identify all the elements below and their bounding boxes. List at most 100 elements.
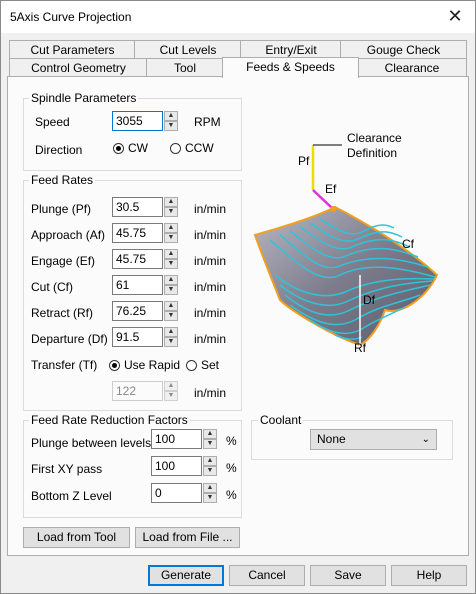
clearance-def-line2: Definition	[347, 146, 398, 160]
speed-input[interactable]: 3055	[112, 111, 163, 131]
spin-down-icon[interactable]: ▼	[164, 121, 178, 131]
spin-up-icon[interactable]: ▲	[164, 223, 178, 233]
ccw-radio[interactable]	[170, 143, 181, 154]
generate-button[interactable]: Generate	[148, 565, 224, 586]
load-from-file-button[interactable]: Load from File ...	[135, 527, 240, 548]
plunge-between-levels-unit: %	[226, 434, 237, 448]
spin-up-icon[interactable]: ▲	[203, 483, 217, 493]
departure-input[interactable]: 91.5	[112, 327, 163, 347]
spin-up-icon[interactable]: ▲	[203, 429, 217, 439]
spin-up-icon[interactable]: ▲	[164, 111, 178, 121]
spin-down-icon[interactable]: ▼	[164, 391, 178, 401]
spin-up-icon[interactable]: ▲	[164, 197, 178, 207]
retract-input[interactable]: 76.25	[112, 301, 163, 321]
first-xy-pass-label: First XY pass	[31, 462, 103, 476]
cut-unit: in/min	[194, 280, 227, 294]
cut-input[interactable]: 61	[112, 275, 163, 295]
save-button[interactable]: Save	[310, 565, 386, 586]
use-rapid-label: Use Rapid	[124, 358, 181, 372]
coolant-value: None	[317, 432, 346, 446]
approach-label: Approach (Af)	[31, 228, 106, 242]
direction-label: Direction	[35, 143, 83, 157]
plunge-input[interactable]: 30.5	[112, 197, 163, 217]
pf-label: Pf	[298, 154, 310, 168]
help-button[interactable]: Help	[391, 565, 467, 586]
spin-up-icon[interactable]: ▲	[164, 275, 178, 285]
spin-up-icon[interactable]: ▲	[164, 249, 178, 259]
feed-diagram	[253, 144, 439, 347]
spin-up-icon[interactable]: ▲	[164, 327, 178, 337]
coolant-select[interactable]: None ⌄	[310, 429, 437, 450]
spin-down-icon[interactable]: ▼	[203, 439, 217, 449]
tab-clearance[interactable]: Clearance	[357, 58, 467, 77]
spin-up-icon[interactable]: ▲	[164, 301, 178, 311]
departure-label: Departure (Df)	[31, 332, 108, 346]
set-radio[interactable]	[186, 360, 197, 371]
first-xy-pass-spinner[interactable]: ▲ ▼	[203, 456, 217, 476]
engage-unit: in/min	[194, 254, 227, 268]
ef-label: Ef	[325, 182, 337, 196]
surface-shape	[253, 205, 439, 347]
departure-unit: in/min	[194, 332, 227, 346]
close-icon[interactable]: ✕	[443, 5, 467, 29]
tab-control-geometry[interactable]: Control Geometry	[9, 58, 148, 77]
tab-cut-parameters[interactable]: Cut Parameters	[9, 40, 136, 59]
load-from-tool-button[interactable]: Load from Tool	[23, 527, 130, 548]
cancel-button[interactable]: Cancel	[229, 565, 305, 586]
speed-label: Speed	[35, 115, 70, 129]
bottom-z-level-spinner[interactable]: ▲ ▼	[203, 483, 217, 503]
transfer-spinner[interactable]: ▲ ▼	[164, 381, 178, 401]
spin-down-icon[interactable]: ▼	[164, 207, 178, 217]
first-xy-pass-input[interactable]: 100	[151, 456, 202, 476]
spin-down-icon[interactable]: ▼	[164, 259, 178, 269]
bottom-z-level-input[interactable]: 0	[151, 483, 202, 503]
reduction-group-label: Feed Rate Reduction Factors	[29, 413, 190, 427]
speed-spinner[interactable]: ▲ ▼	[164, 111, 178, 131]
tab-tool[interactable]: Tool	[146, 58, 224, 77]
first-xy-pass-unit: %	[226, 461, 237, 475]
chevron-down-icon: ⌄	[421, 434, 430, 445]
departure-spinner[interactable]: ▲ ▼	[164, 327, 178, 347]
spin-down-icon[interactable]: ▼	[164, 311, 178, 321]
cw-radio[interactable]	[113, 143, 124, 154]
use-rapid-radio[interactable]	[109, 360, 120, 371]
transfer-input[interactable]: 122	[112, 381, 163, 401]
title-bar: 5Axis Curve Projection ✕	[1, 1, 475, 33]
spin-down-icon[interactable]: ▼	[164, 337, 178, 347]
plunge-unit: in/min	[194, 202, 227, 216]
cut-label: Cut (Cf)	[31, 280, 73, 294]
coolant-group-label: Coolant	[258, 413, 304, 427]
spin-down-icon[interactable]: ▼	[164, 285, 178, 295]
rf-label: Rf	[354, 341, 366, 355]
spin-down-icon[interactable]: ▼	[164, 233, 178, 243]
engage-point	[330, 206, 336, 212]
plunge-spinner[interactable]: ▲ ▼	[164, 197, 178, 217]
speed-unit: RPM	[194, 115, 221, 129]
spin-down-icon[interactable]: ▼	[203, 466, 217, 476]
transfer-label: Transfer (Tf)	[31, 358, 98, 372]
cut-spinner[interactable]: ▲ ▼	[164, 275, 178, 295]
spindle-group-label: Spindle Parameters	[29, 91, 139, 105]
engage-input[interactable]: 45.75	[112, 249, 163, 269]
spin-up-icon[interactable]: ▲	[164, 381, 178, 391]
spindle-group	[23, 98, 242, 171]
retract-label: Retract (Rf)	[31, 306, 94, 320]
plunge-between-levels-spinner[interactable]: ▲ ▼	[203, 429, 217, 449]
plunge-between-levels-label: Plunge between levels	[31, 436, 152, 450]
engage-spinner[interactable]: ▲ ▼	[164, 249, 178, 269]
feed-rates-group-label: Feed Rates	[29, 173, 96, 187]
approach-input[interactable]: 45.75	[112, 223, 163, 243]
transfer-unit: in/min	[194, 386, 227, 400]
retract-spinner[interactable]: ▲ ▼	[164, 301, 178, 321]
tab-gouge-check[interactable]: Gouge Check	[340, 40, 467, 59]
spin-up-icon[interactable]: ▲	[203, 456, 217, 466]
clearance-def-line1: Clearance	[347, 131, 402, 145]
plunge-label: Plunge (Pf)	[31, 202, 92, 216]
spin-down-icon[interactable]: ▼	[203, 493, 217, 503]
set-label: Set	[201, 358, 220, 372]
engage-label: Engage (Ef)	[31, 254, 96, 268]
approach-spinner[interactable]: ▲ ▼	[164, 223, 178, 243]
plunge-between-levels-input[interactable]: 100	[151, 429, 202, 449]
df-label: Df	[363, 293, 375, 307]
tab-feeds-speeds[interactable]: Feeds & Speeds	[222, 57, 359, 78]
